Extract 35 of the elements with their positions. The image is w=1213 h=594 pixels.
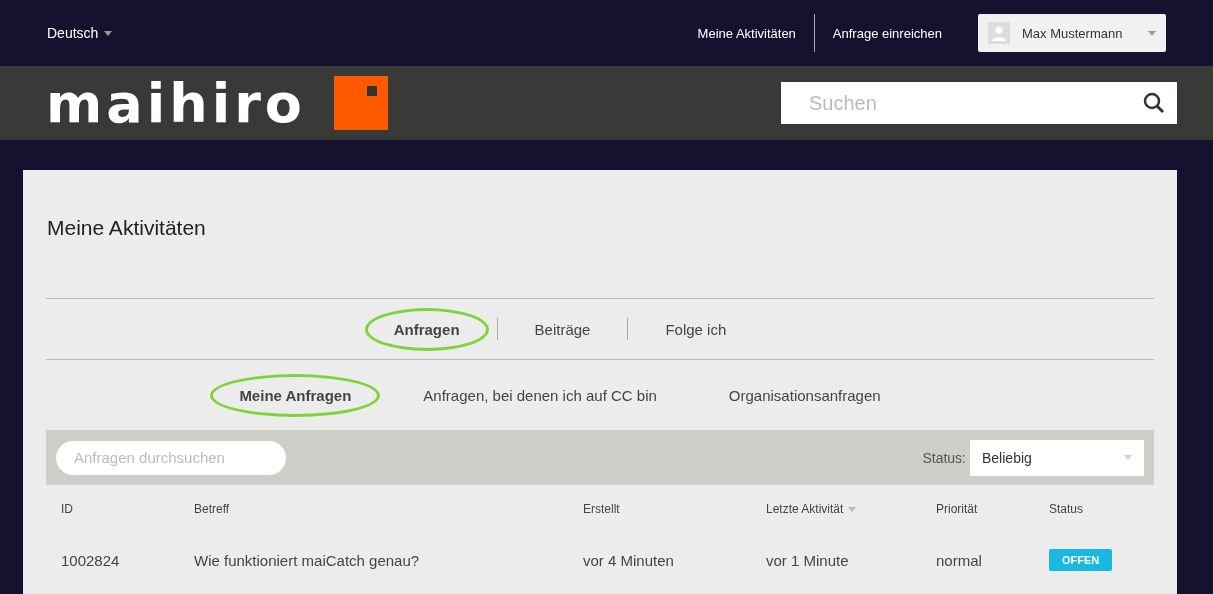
search-icon[interactable] <box>1143 92 1165 114</box>
column-header[interactable]: Status <box>1049 502 1084 516</box>
tab[interactable]: Beiträge <box>505 307 620 351</box>
tab[interactable]: Anfragen <box>364 307 489 351</box>
caret-icon <box>1124 455 1132 460</box>
logo: maihiro <box>46 71 306 135</box>
sub-tab[interactable]: Organisationsanfragen <box>699 373 910 417</box>
tab[interactable]: Folge ich <box>636 307 756 351</box>
search-field[interactable]: Suchen <box>781 82 1177 124</box>
table-cell: 1002824 <box>61 551 120 569</box>
status-label: Status: <box>922 449 966 466</box>
sub-tab[interactable]: Anfragen, bei denen ich auf CC bin <box>394 373 686 417</box>
table-cell: vor 4 Minuten <box>583 551 674 569</box>
sort-icon <box>848 506 857 512</box>
column-header[interactable]: Letzte Aktivität <box>766 502 857 516</box>
caret-icon <box>104 30 113 36</box>
status-dropdown[interactable]: Beliebig <box>970 439 1144 476</box>
page-title: Meine Aktivitäten <box>46 215 207 241</box>
user-menu[interactable]: Max Mustermann <box>978 14 1166 52</box>
logo-mark-icon <box>333 76 388 130</box>
table-cell: normal <box>936 551 982 569</box>
nav-link[interactable]: Meine Aktivitäten <box>679 25 814 41</box>
column-header[interactable]: Erstellt <box>583 502 620 516</box>
status-badge: OFFEN <box>1049 549 1113 571</box>
column-header[interactable]: Priorität <box>936 502 978 516</box>
caret-icon <box>1148 30 1156 36</box>
table-cell: vor 1 Minute <box>766 551 849 569</box>
column-header[interactable]: ID <box>61 502 73 516</box>
nav-link[interactable]: Anfrage einreichen <box>814 25 960 41</box>
table-cell: Wie funktioniert maiCatch genau? <box>194 551 420 569</box>
column-header[interactable]: Betreff <box>194 502 230 516</box>
avatar-icon <box>988 22 1010 44</box>
search-field[interactable]: Anfragen durchsuchen <box>56 440 286 475</box>
language-selector[interactable]: Deutsch <box>47 25 113 41</box>
sub-tab[interactable]: Meine Anfragen <box>210 373 381 417</box>
